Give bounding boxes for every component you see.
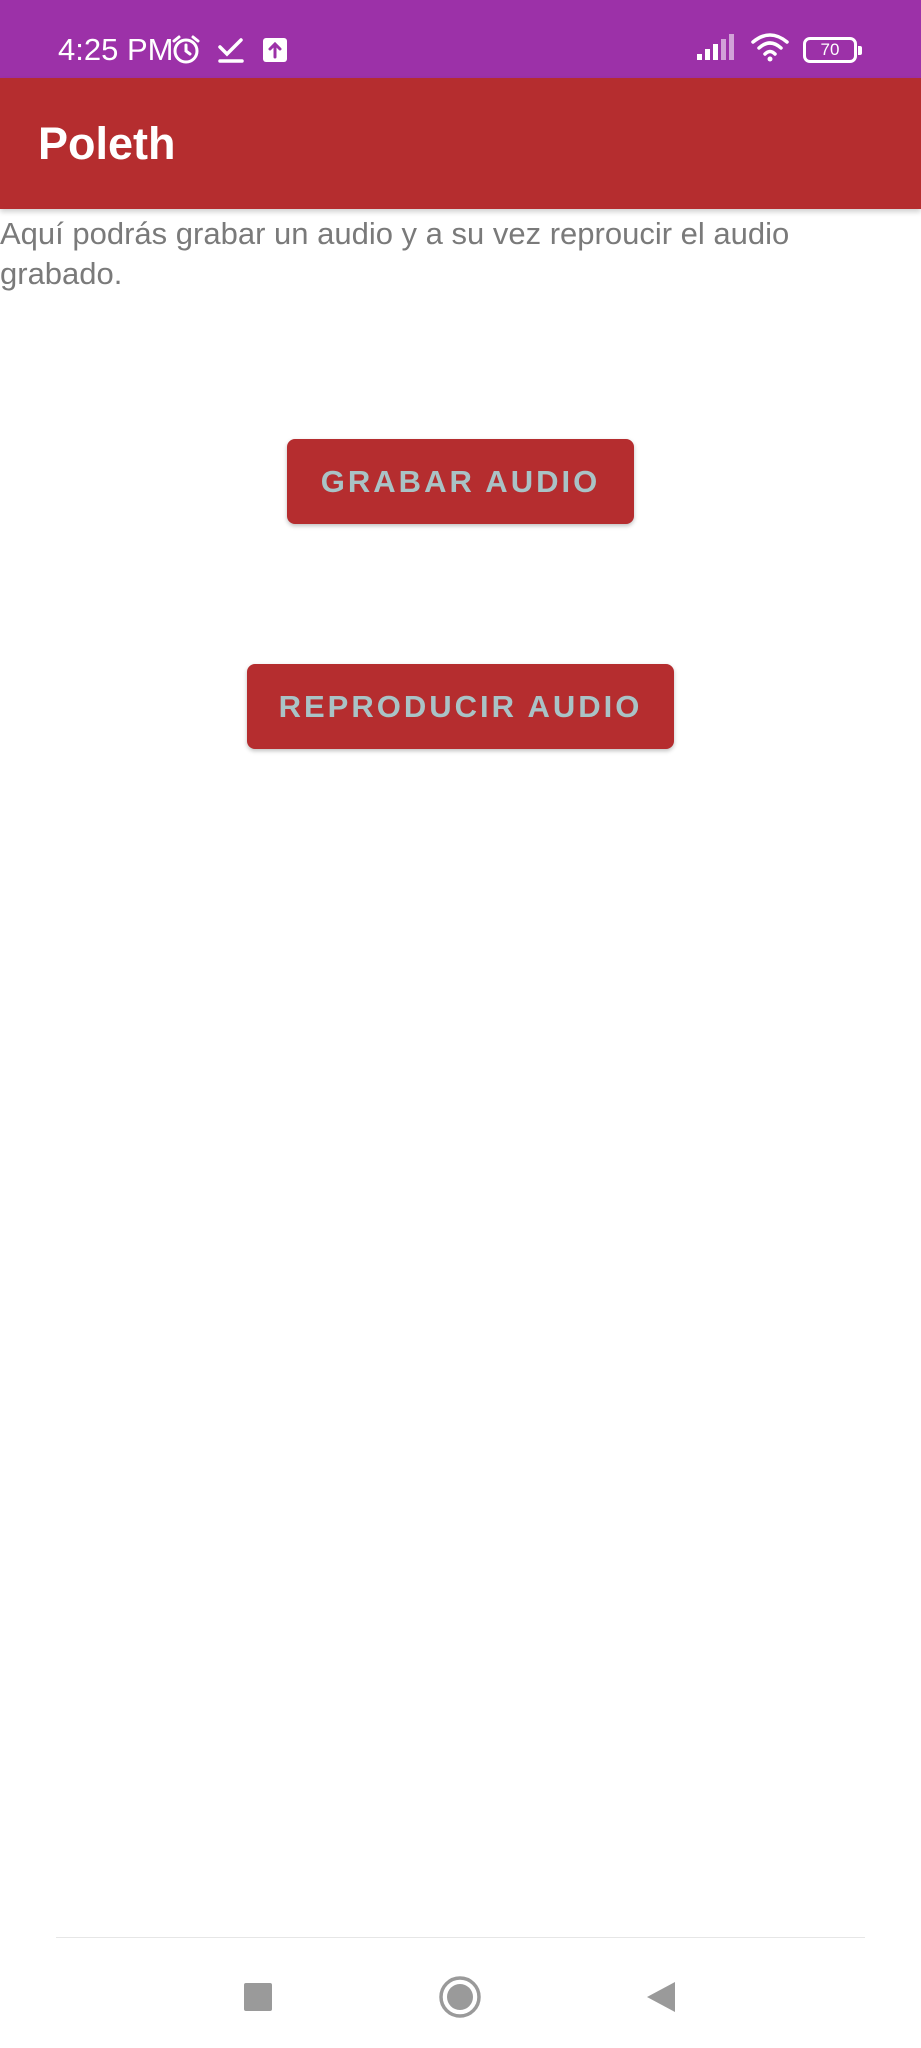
home-icon (438, 1975, 482, 2024)
description-text: Aquí podrás grabar un audio y a su vez r… (0, 216, 790, 291)
status-time: 4:25 PM (58, 32, 174, 67)
app-bar: Poleth (0, 78, 921, 209)
navigation-bar (0, 1938, 921, 2048)
home-button[interactable] (435, 1974, 485, 2024)
app-title: Poleth (38, 118, 176, 169)
check-icon (216, 35, 246, 70)
upload-icon (260, 35, 290, 70)
status-bar: 4:25 PM 70 (0, 0, 921, 78)
back-icon (645, 1980, 677, 2019)
app-screen: 4:25 PM 70 Poleth Aquí podrás grabar un … (0, 0, 921, 2048)
recents-icon (244, 1982, 272, 2016)
play-audio-button[interactable]: REPRODUCIR AUDIO (247, 664, 674, 749)
wifi-icon (751, 32, 789, 67)
status-icons-right: 70 (695, 32, 862, 67)
alarm-icon (170, 34, 202, 71)
back-button[interactable] (636, 1974, 686, 2024)
record-audio-button[interactable]: GRABAR AUDIO (287, 439, 634, 524)
recents-button[interactable] (233, 1974, 283, 2024)
battery-icon: 70 (803, 36, 862, 63)
signal-icon (695, 33, 737, 66)
status-icons-left (170, 34, 290, 71)
